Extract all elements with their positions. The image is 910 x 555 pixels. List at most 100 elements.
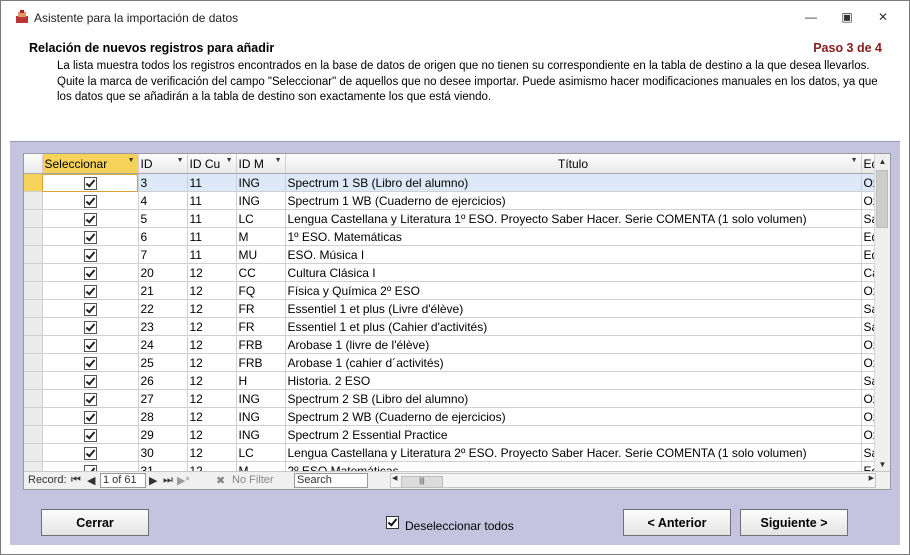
dropdown-arrow-icon[interactable]: ▼ [226, 157, 233, 164]
cell-editorial[interactable]: Ed [861, 227, 875, 246]
cell-id-curso[interactable]: 12 [187, 407, 237, 426]
row-selector[interactable] [24, 353, 43, 372]
scroll-up-icon[interactable]: ▲ [875, 154, 890, 169]
cell-id-curso[interactable]: 11 [187, 173, 237, 192]
table-row[interactable]: 2612HHistoria. 2 ESOSa [24, 371, 875, 390]
filter-icon[interactable]: ✖ [216, 474, 225, 487]
cell-editorial[interactable]: Ox [861, 425, 875, 444]
checkbox-checked-icon[interactable] [83, 266, 97, 280]
cell-id-curso[interactable]: 12 [187, 371, 237, 390]
dropdown-arrow-icon[interactable]: ▼ [275, 157, 282, 164]
cell-id-curso[interactable]: 12 [187, 281, 237, 300]
cell-titulo[interactable]: Arobase 1 (livre de l'élève) [285, 335, 862, 354]
row-selector[interactable] [24, 209, 43, 228]
table-row[interactable]: 27 12 ING Spectrum 2 SB (Libro del alumno) O… [24, 389, 875, 408]
seleccionar-checkbox[interactable] [42, 425, 139, 444]
row-selector[interactable] [24, 317, 43, 336]
maximize-icon[interactable]: ▣ [833, 7, 861, 27]
checkbox-checked-icon[interactable] [83, 374, 97, 388]
cell-id[interactable]: 4 [138, 191, 188, 210]
table-row[interactable]: 2112FQFísica y Química 2º ESOOx [24, 281, 875, 300]
cell-editorial[interactable]: Ox [861, 191, 875, 210]
cell-id[interactable]: 25 [138, 353, 188, 372]
cell-editorial[interactable]: Sa [861, 443, 875, 462]
column-header-editorial[interactable]: Ed [861, 154, 875, 174]
next-button[interactable]: Siguiente > [740, 509, 848, 536]
cell-id[interactable]: 7 [138, 245, 188, 264]
table-row[interactable]: 23 12 FR Essentiel 1 et plus (Cahier d'acti… [24, 317, 875, 336]
table-row[interactable]: 311INGSpectrum 1 SB (Libro del alumno)Ox [24, 173, 875, 192]
row-selector[interactable] [24, 407, 43, 426]
seleccionar-checkbox[interactable] [42, 191, 139, 210]
seleccionar-checkbox[interactable] [42, 227, 139, 246]
row-selector[interactable] [24, 371, 43, 390]
cell-id-materia[interactable]: MU [236, 245, 286, 264]
checkbox-checked-icon[interactable] [83, 320, 97, 334]
previous-button[interactable]: < Anterior [623, 509, 731, 536]
checkbox-checked-icon[interactable] [83, 356, 97, 370]
cell-id-materia[interactable]: FR [236, 299, 286, 318]
checkbox-checked-icon[interactable] [83, 248, 97, 262]
cell-id[interactable]: 26 [138, 371, 188, 390]
cell-id[interactable]: 22 [138, 299, 188, 318]
cell-editorial[interactable]: Ed [861, 245, 875, 264]
search-input[interactable]: Search [294, 473, 368, 488]
row-selector[interactable] [24, 227, 43, 246]
cell-id-curso[interactable]: 12 [187, 389, 237, 408]
cell-id[interactable]: 28 [138, 407, 188, 426]
cell-id[interactable]: 21 [138, 281, 188, 300]
cell-id[interactable]: 23 [138, 317, 188, 336]
cell-titulo[interactable]: Física y Química 2º ESO [285, 281, 862, 300]
cell-titulo[interactable]: Spectrum 1 WB (Cuaderno de ejercicios) [285, 191, 862, 210]
cell-id-curso[interactable]: 11 [187, 191, 237, 210]
cell-id-curso[interactable]: 12 [187, 299, 237, 318]
cell-id-curso[interactable]: 12 [187, 353, 237, 372]
cell-id-materia[interactable]: FRB [236, 335, 286, 354]
cell-id-curso[interactable]: 12 [187, 443, 237, 462]
seleccionar-checkbox[interactable] [42, 173, 139, 192]
checkbox-checked-icon[interactable] [83, 212, 97, 226]
cell-titulo[interactable]: 1º ESO. Matemáticas [285, 227, 862, 246]
cell-id-materia[interactable]: LC [236, 443, 286, 462]
cell-id-curso[interactable]: 11 [187, 209, 237, 228]
row-selector[interactable] [24, 245, 43, 264]
table-row[interactable]: 2412FRBArobase 1 (livre de l'élève)Ox [24, 335, 875, 354]
new-record-icon[interactable]: ▶* [177, 474, 190, 487]
cell-editorial[interactable]: Sa [861, 209, 875, 228]
cell-id-curso[interactable]: 12 [187, 317, 237, 336]
cell-editorial[interactable]: Ca [861, 263, 875, 282]
checkbox-checked-icon[interactable] [83, 410, 97, 424]
cell-editorial[interactable]: Ox [861, 389, 875, 408]
cell-id[interactable]: 20 [138, 263, 188, 282]
dropdown-arrow-icon[interactable]: ▼ [128, 157, 135, 164]
cell-id-curso[interactable]: 11 [187, 227, 237, 246]
record-number-field[interactable]: 1 of 61 [100, 473, 146, 488]
cell-id-materia[interactable]: FRB [236, 353, 286, 372]
row-selector[interactable] [24, 425, 43, 444]
cell-id-materia[interactable]: CC [236, 263, 286, 282]
row-selector[interactable] [24, 299, 43, 318]
cell-id-curso[interactable]: 12 [187, 263, 237, 282]
cell-titulo[interactable]: Spectrum 2 SB (Libro del alumno) [285, 389, 862, 408]
cell-id-materia[interactable]: ING [236, 191, 286, 210]
seleccionar-checkbox[interactable] [42, 443, 139, 462]
cell-id[interactable]: 30 [138, 443, 188, 462]
cell-id-materia[interactable]: FR [236, 317, 286, 336]
close-icon[interactable]: ✕ [869, 7, 897, 27]
table-row[interactable]: 611M1º ESO. MatemáticasEd [24, 227, 875, 246]
column-header-titulo[interactable]: Título ▼ [285, 154, 862, 174]
cell-id-materia[interactable]: ING [236, 173, 286, 192]
checkbox-checked-icon[interactable] [83, 302, 97, 316]
checkbox-checked-icon[interactable] [83, 338, 97, 352]
cell-id-materia[interactable]: ING [236, 425, 286, 444]
cell-titulo[interactable]: Essentiel 1 et plus (Cahier d'activités) [285, 317, 862, 336]
table-row[interactable]: 5 11 LC Lengua Castellana y Literatura 1º E… [24, 209, 875, 228]
scroll-thumb[interactable] [876, 170, 888, 228]
seleccionar-checkbox[interactable] [42, 281, 139, 300]
checkbox-checked-icon[interactable] [83, 230, 97, 244]
column-header-id-materia[interactable]: ID M ▼ [236, 154, 286, 174]
cell-id[interactable]: 24 [138, 335, 188, 354]
first-record-icon[interactable]: ⏮ [71, 474, 81, 487]
seleccionar-checkbox[interactable] [42, 353, 139, 372]
scroll-left-icon[interactable]: ◀ [392, 474, 397, 482]
